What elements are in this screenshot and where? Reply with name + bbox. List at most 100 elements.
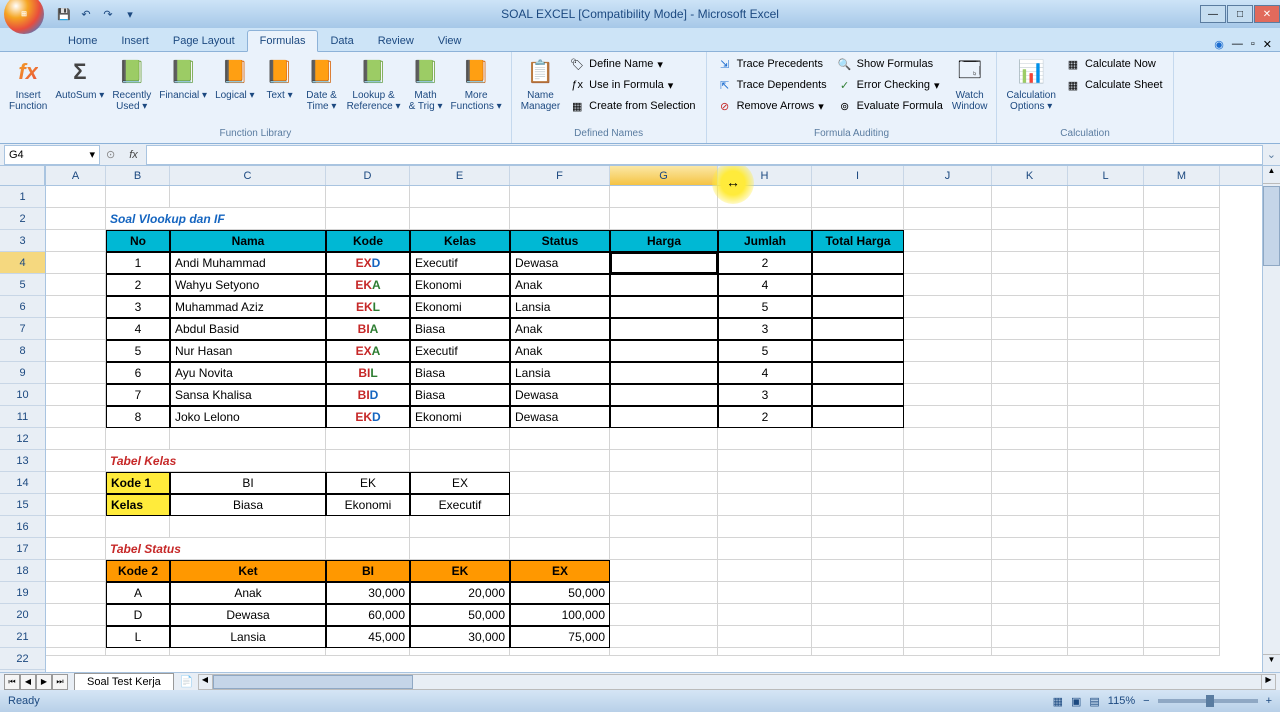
remove-arrows-button[interactable]: ⊘Remove Arrows ▾ bbox=[713, 96, 831, 116]
cell[interactable] bbox=[718, 428, 812, 450]
cell-no[interactable]: 5 bbox=[106, 340, 170, 362]
cell[interactable] bbox=[992, 208, 1068, 230]
autosum-button[interactable]: Σ AutoSum ▾ bbox=[52, 54, 107, 103]
recently-used-button[interactable]: 📗 Recently Used ▾ bbox=[109, 54, 154, 114]
row-header-22[interactable]: 22 bbox=[0, 648, 45, 670]
cell[interactable] bbox=[1144, 560, 1220, 582]
cell[interactable] bbox=[170, 648, 326, 656]
cell-harga[interactable] bbox=[610, 296, 718, 318]
tab-insert[interactable]: Insert bbox=[109, 31, 161, 51]
row-header-12[interactable]: 12 bbox=[0, 428, 45, 450]
cell-kode[interactable]: EXA bbox=[326, 340, 410, 362]
status-ek[interactable]: 50,000 bbox=[410, 604, 510, 626]
cell[interactable] bbox=[410, 516, 510, 538]
cell[interactable] bbox=[46, 494, 106, 516]
cell[interactable] bbox=[410, 450, 510, 472]
expand-formula-icon[interactable]: ⌄ bbox=[1263, 148, 1280, 161]
row-header-20[interactable]: 20 bbox=[0, 604, 45, 626]
cell[interactable] bbox=[46, 450, 106, 472]
cell[interactable] bbox=[410, 538, 510, 560]
cell[interactable] bbox=[812, 648, 904, 656]
cell[interactable] bbox=[46, 340, 106, 362]
cell[interactable] bbox=[904, 626, 992, 648]
cell[interactable] bbox=[1068, 208, 1144, 230]
cell-harga[interactable] bbox=[610, 252, 718, 274]
maximize-button[interactable]: □ bbox=[1227, 5, 1253, 23]
row-header-15[interactable]: 15 bbox=[0, 494, 45, 516]
logical-button[interactable]: 📙 Logical ▾ bbox=[212, 54, 258, 103]
cell-status[interactable]: Dewasa bbox=[510, 406, 610, 428]
zoom-slider[interactable] bbox=[1158, 699, 1258, 703]
cell[interactable] bbox=[46, 648, 106, 656]
horizontal-scrollbar[interactable]: ◀ ▶ bbox=[198, 674, 1277, 690]
cell[interactable] bbox=[812, 428, 904, 450]
zoom-in-button[interactable]: + bbox=[1266, 695, 1272, 707]
sheet-nav-prev[interactable]: ◀ bbox=[20, 674, 36, 690]
cell[interactable] bbox=[1068, 230, 1144, 252]
cell[interactable] bbox=[812, 208, 904, 230]
cell-total[interactable] bbox=[812, 252, 904, 274]
cell[interactable] bbox=[410, 186, 510, 208]
sheet-nav-first[interactable]: ⏮ bbox=[4, 674, 20, 690]
row-header-3[interactable]: 3 bbox=[0, 230, 45, 252]
cell[interactable] bbox=[610, 626, 718, 648]
cell[interactable] bbox=[992, 560, 1068, 582]
cell[interactable] bbox=[46, 538, 106, 560]
cell[interactable] bbox=[812, 626, 904, 648]
cell-harga[interactable] bbox=[610, 406, 718, 428]
cell-kode[interactable]: EKL bbox=[326, 296, 410, 318]
cell[interactable] bbox=[510, 450, 610, 472]
cell[interactable] bbox=[992, 648, 1068, 656]
cell[interactable] bbox=[992, 296, 1068, 318]
cell[interactable] bbox=[1144, 604, 1220, 626]
cell[interactable] bbox=[46, 208, 106, 230]
cell[interactable] bbox=[1068, 626, 1144, 648]
cell[interactable] bbox=[326, 428, 410, 450]
cell-kelas[interactable]: Ekonomi bbox=[410, 274, 510, 296]
row-header-21[interactable]: 21 bbox=[0, 626, 45, 648]
cell[interactable] bbox=[904, 384, 992, 406]
calculation-options-button[interactable]: 📊 Calculation Options ▾ bbox=[1003, 54, 1058, 114]
name-manager-button[interactable]: 📋 Name Manager bbox=[518, 54, 563, 114]
cell-total[interactable] bbox=[812, 274, 904, 296]
cell[interactable] bbox=[1144, 340, 1220, 362]
cell[interactable] bbox=[1068, 406, 1144, 428]
main-title[interactable]: Soal Vlookup dan IF bbox=[106, 208, 326, 230]
new-sheet-icon[interactable]: 📄 bbox=[180, 675, 194, 688]
name-box[interactable]: G4▾ bbox=[4, 145, 100, 165]
cell[interactable] bbox=[410, 648, 510, 656]
cell[interactable] bbox=[1144, 516, 1220, 538]
cell-kode[interactable]: BIL bbox=[326, 362, 410, 384]
cell[interactable] bbox=[1144, 318, 1220, 340]
cell[interactable] bbox=[510, 516, 610, 538]
row-header-17[interactable]: 17 bbox=[0, 538, 45, 560]
ribbon-restore-button[interactable]: ▫ bbox=[1251, 38, 1255, 51]
row-header-11[interactable]: 11 bbox=[0, 406, 45, 428]
tab-formulas[interactable]: Formulas bbox=[247, 30, 319, 52]
cell-harga[interactable] bbox=[610, 362, 718, 384]
cell[interactable] bbox=[46, 274, 106, 296]
tab-home[interactable]: Home bbox=[56, 31, 109, 51]
sheet-nav-next[interactable]: ▶ bbox=[36, 674, 52, 690]
cell[interactable] bbox=[992, 252, 1068, 274]
cell[interactable] bbox=[992, 406, 1068, 428]
cell-kelas[interactable]: Ekonomi bbox=[410, 406, 510, 428]
cell[interactable] bbox=[812, 472, 904, 494]
cell[interactable] bbox=[610, 186, 718, 208]
cell[interactable] bbox=[46, 406, 106, 428]
cell[interactable] bbox=[610, 560, 718, 582]
cell[interactable] bbox=[1068, 384, 1144, 406]
cell-kode[interactable]: EKA bbox=[326, 274, 410, 296]
cell[interactable] bbox=[904, 208, 992, 230]
cell[interactable] bbox=[46, 626, 106, 648]
cell[interactable] bbox=[992, 186, 1068, 208]
error-checking-button[interactable]: ✓Error Checking ▾ bbox=[833, 75, 947, 95]
cell-harga[interactable] bbox=[610, 318, 718, 340]
watch-window-button[interactable]: 🗔 Watch Window bbox=[949, 54, 991, 114]
row-header-8[interactable]: 8 bbox=[0, 340, 45, 362]
cell[interactable] bbox=[904, 450, 992, 472]
row-header-6[interactable]: 6 bbox=[0, 296, 45, 318]
cell[interactable] bbox=[106, 516, 170, 538]
cell[interactable] bbox=[1144, 362, 1220, 384]
cell-harga[interactable] bbox=[610, 340, 718, 362]
